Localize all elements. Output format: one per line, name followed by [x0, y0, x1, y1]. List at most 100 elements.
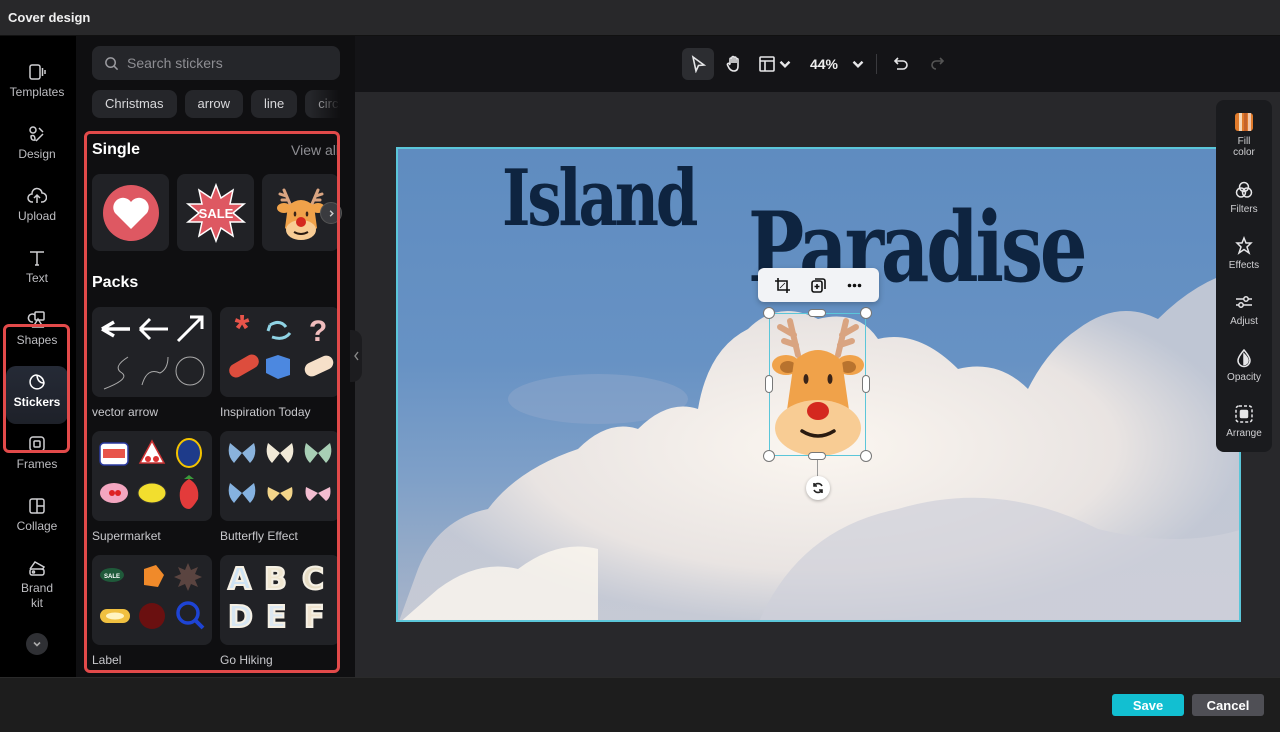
sticker-panel: Christmasarrowlinecircle Single View all… [76, 36, 355, 677]
packs-section-title: Packs [92, 274, 139, 291]
nav-text[interactable]: Text [6, 242, 68, 300]
arrange-button[interactable]: Arrange [1216, 404, 1272, 439]
hand-tool-button[interactable] [718, 48, 750, 80]
pack-label: Inspiration Today [220, 405, 311, 419]
search-box[interactable] [92, 46, 340, 80]
layout-icon [759, 56, 775, 72]
undo-button[interactable] [885, 48, 917, 80]
resize-handle-right[interactable] [862, 375, 870, 393]
object-toolbar [758, 268, 879, 302]
svg-text:D: D [228, 600, 253, 635]
crop-button[interactable] [769, 272, 795, 298]
cloud-letters-preview-icon: A B C D E F [227, 561, 326, 636]
resize-handle-bottom-right[interactable] [860, 450, 872, 462]
search-input[interactable] [127, 55, 327, 71]
nav-design[interactable]: Design [6, 118, 68, 176]
svg-text:*: * [235, 308, 250, 350]
title-bar: Cover design [0, 0, 1280, 36]
crop-icon [774, 277, 790, 293]
headline-line1[interactable]: Island [502, 153, 698, 244]
pack-label-stickers[interactable]: SALE Label [92, 555, 212, 667]
pack-vector-arrow[interactable]: vector arrow [92, 307, 212, 419]
window-title: Cover design [8, 10, 91, 25]
resize-handle-top-left[interactable] [763, 307, 775, 319]
nav-label: Brand kit [20, 581, 54, 610]
nav-label: Design [18, 147, 56, 161]
selection-box [769, 313, 866, 456]
fill-color-button[interactable]: Fill color [1216, 112, 1272, 158]
svg-text:B: B [264, 562, 287, 597]
chevron-down-icon [852, 60, 864, 68]
filters-button[interactable]: Filters [1216, 180, 1272, 215]
nav-upload[interactable]: Upload [6, 180, 68, 238]
effects-button[interactable]: Effects [1216, 236, 1272, 271]
opacity-label: Opacity [1227, 372, 1261, 383]
pack-thumbnail: A B C D E F [220, 555, 340, 645]
arrange-icon [1235, 405, 1253, 423]
chevron-right-icon [329, 209, 334, 217]
chip-line[interactable]: line [251, 90, 298, 118]
chip-christmas[interactable]: Christmas [92, 90, 177, 118]
pack-label: Supermarket [92, 529, 161, 543]
nav-label: Stickers [13, 395, 61, 409]
fill-color-swatch-icon [1235, 113, 1253, 131]
rotate-handle[interactable] [806, 476, 830, 500]
zoom-dropdown[interactable] [848, 48, 868, 80]
nav-more-button[interactable] [26, 633, 48, 655]
view-all-link[interactable]: View all [291, 142, 337, 158]
chip-arrow[interactable]: arrow [184, 90, 244, 118]
nav-templates[interactable]: Templates [6, 56, 68, 114]
redo-button[interactable] [921, 48, 953, 80]
pack-label: vector arrow [92, 405, 159, 419]
svg-text:A: A [228, 562, 252, 597]
labels-preview-icon: SALE [100, 563, 205, 630]
nav-brand-kit[interactable]: Brand kit [6, 552, 68, 622]
pack-thumbnail: * ? [220, 307, 340, 397]
footer-bar [0, 677, 1280, 732]
duplicate-button[interactable] [805, 272, 831, 298]
undo-icon [893, 57, 908, 70]
nav-frames[interactable]: Frames [6, 428, 68, 486]
properties-panel: Fill color Filters Effects Adjust Opacit… [1216, 100, 1272, 452]
pack-supermarket[interactable]: Supermarket [92, 431, 212, 543]
resize-handle-top-right[interactable] [860, 307, 872, 319]
more-options-button[interactable] [842, 272, 868, 298]
select-tool-button[interactable] [681, 48, 714, 80]
single-scroll-next-button[interactable] [320, 202, 342, 224]
nav-stickers[interactable]: Stickers [6, 366, 68, 424]
resize-handle-left[interactable] [765, 375, 773, 393]
nav-label: Collage [16, 519, 58, 533]
resize-handle-bottom[interactable] [808, 452, 826, 460]
sticker-heart[interactable] [92, 174, 169, 251]
nav-collage[interactable]: Collage [6, 490, 68, 548]
chevron-left-icon [353, 351, 359, 361]
cancel-button[interactable]: Cancel [1192, 694, 1264, 716]
heart-sticker-icon [102, 184, 159, 241]
nav-label: Frames [16, 457, 58, 471]
pack-thumbnail [220, 431, 340, 521]
save-button[interactable]: Save [1112, 694, 1184, 716]
resize-handle-top[interactable] [808, 309, 826, 317]
svg-text:E: E [266, 600, 287, 635]
sticker-icon [29, 374, 45, 390]
sticker-sale[interactable]: SALE [177, 174, 254, 251]
opacity-button[interactable]: Opacity [1216, 348, 1272, 383]
collapse-panel-button[interactable] [350, 330, 362, 382]
inspiration-preview-icon: * ? [229, 308, 334, 379]
pack-thumbnail [92, 307, 212, 397]
left-nav: Templates Design Upload Text Shapes Stic… [0, 36, 76, 677]
zoom-level[interactable]: 44% [810, 56, 838, 72]
shapes-icon [27, 311, 45, 328]
adjust-button[interactable]: Adjust [1216, 292, 1272, 327]
resize-handle-bottom-left[interactable] [763, 450, 775, 462]
chevron-down-icon [779, 60, 791, 68]
canvas-toolbar: 44% [355, 36, 1280, 92]
layout-dropdown[interactable] [754, 48, 798, 80]
pack-thumbnail: SALE [92, 555, 212, 645]
pointer-icon [691, 55, 707, 73]
pack-inspiration-today[interactable]: * ? Inspiration Today [220, 307, 340, 419]
nav-shapes[interactable]: Shapes [6, 304, 68, 362]
pack-go-hiking[interactable]: A B C D E F Go Hiking [220, 555, 340, 667]
pack-butterfly-effect[interactable]: Butterfly Effect [220, 431, 340, 543]
upload-cloud-icon [27, 187, 47, 203]
